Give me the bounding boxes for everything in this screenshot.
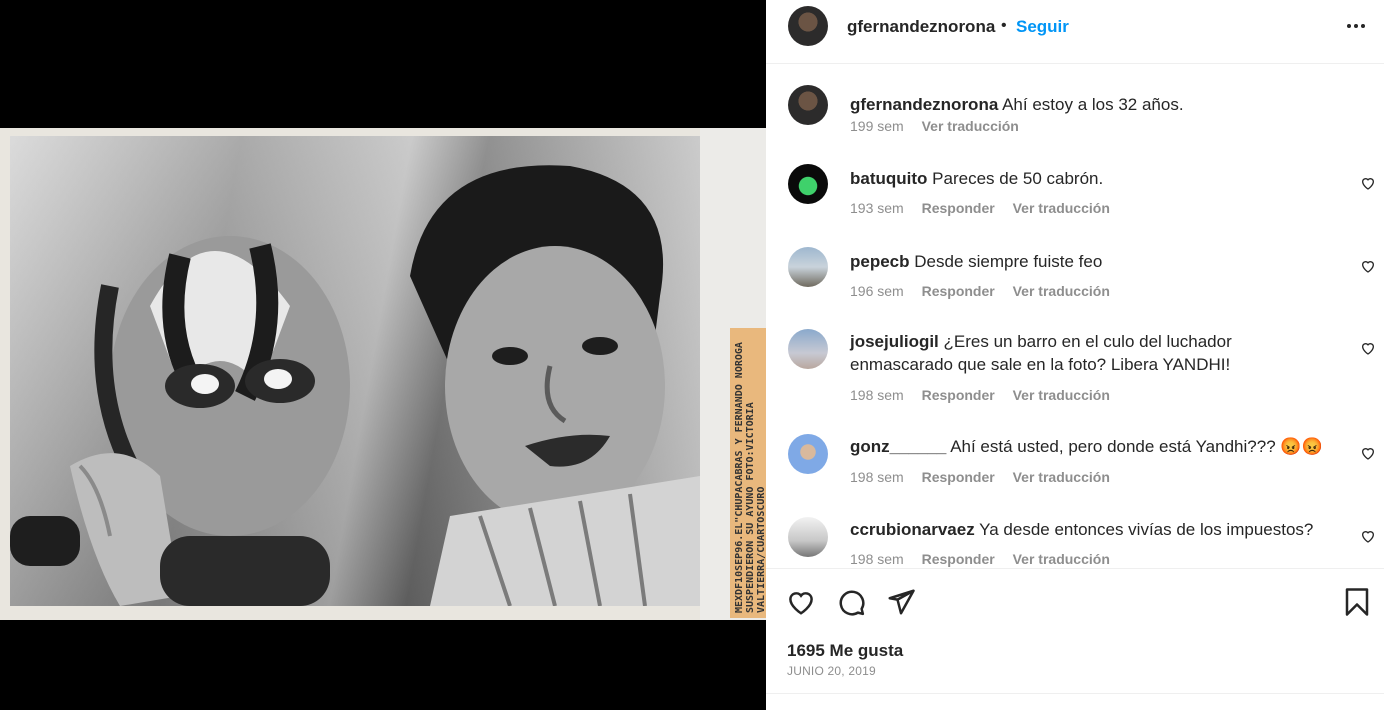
comment-text-line: pepecb Desde siempre fuiste feo bbox=[850, 250, 1330, 273]
comment-text: Ya desde entonces vivías de los impuesto… bbox=[979, 520, 1314, 539]
reply-link[interactable]: Responder bbox=[922, 387, 995, 403]
comment-time[interactable]: 198 sem bbox=[850, 551, 904, 567]
translate-link[interactable]: Ver traducción bbox=[1013, 200, 1110, 216]
comment-text: Ahí está usted, pero donde está Yandhi??… bbox=[950, 437, 1323, 456]
translate-link[interactable]: Ver traducción bbox=[1013, 469, 1110, 485]
comment-item: ccrubionarvaez Ya desde entonces vivías … bbox=[766, 517, 1384, 567]
post-date[interactable]: JUNIO 20, 2019 bbox=[787, 664, 876, 678]
caption-text-line: gfernandeznorona Ahí estoy a los 32 años… bbox=[850, 93, 1330, 116]
caption-meta: 199 sem Ver traducción bbox=[850, 118, 1033, 134]
share-send-icon[interactable] bbox=[886, 587, 916, 617]
comment-meta: 193 sem Responder Ver traducción bbox=[850, 200, 1124, 216]
reply-link[interactable]: Responder bbox=[922, 551, 995, 567]
comment-text-line: josejuliogil ¿Eres un barro en el culo d… bbox=[850, 330, 1330, 376]
like-comment-heart-icon[interactable] bbox=[1360, 175, 1376, 191]
like-comment-heart-icon[interactable] bbox=[1360, 528, 1376, 544]
post-photo[interactable]: MEXDF10SEP96.EL"CHUPACABRAS Y FERNANDO N… bbox=[0, 128, 766, 620]
photo-illustration bbox=[10, 165, 700, 606]
post-header: gfernandeznorona • Seguir bbox=[766, 0, 1384, 64]
comment-time[interactable]: 198 sem bbox=[850, 387, 904, 403]
photo-print bbox=[10, 136, 700, 606]
post-actions bbox=[786, 587, 1369, 617]
comment-item: batuquito Pareces de 50 cabrón. 193 sem … bbox=[766, 164, 1384, 234]
like-comment-heart-icon[interactable] bbox=[1360, 445, 1376, 461]
more-horizontal-icon[interactable] bbox=[1344, 14, 1368, 38]
comment-bubble-icon[interactable] bbox=[836, 587, 866, 617]
divider bbox=[766, 693, 1384, 694]
follow-button[interactable]: Seguir bbox=[1016, 17, 1069, 37]
reply-link[interactable]: Responder bbox=[922, 283, 995, 299]
like-heart-icon[interactable] bbox=[786, 587, 816, 617]
comment-username[interactable]: gonz______ bbox=[850, 437, 946, 456]
photo-caption-text: MEXDF10SEP96.EL"CHUPACABRAS Y FERNANDO N… bbox=[734, 342, 766, 613]
comment-item: josejuliogil ¿Eres un barro en el culo d… bbox=[766, 329, 1384, 419]
author-avatar[interactable] bbox=[788, 6, 828, 46]
comment-meta: 198 sem Responder Ver traducción bbox=[850, 469, 1124, 485]
comment-time[interactable]: 198 sem bbox=[850, 469, 904, 485]
comment-time[interactable]: 196 sem bbox=[850, 283, 904, 299]
author-username[interactable]: gfernandeznorona bbox=[847, 17, 995, 37]
comment-avatar[interactable] bbox=[788, 247, 828, 287]
comment-text: Desde siempre fuiste feo bbox=[914, 252, 1103, 271]
comment-avatar[interactable] bbox=[788, 329, 828, 369]
comment-text-line: batuquito Pareces de 50 cabrón. bbox=[850, 167, 1330, 190]
comments-list[interactable]: gfernandeznorona Ahí estoy a los 32 años… bbox=[766, 65, 1384, 567]
comment-username[interactable]: ccrubionarvaez bbox=[850, 520, 975, 539]
comment-avatar[interactable] bbox=[788, 434, 828, 474]
comment-username[interactable]: pepecb bbox=[850, 252, 910, 271]
caption-avatar[interactable] bbox=[788, 85, 828, 125]
likes-count[interactable]: 1695 Me gusta bbox=[787, 641, 903, 661]
comment-avatar[interactable] bbox=[788, 164, 828, 204]
caption-username[interactable]: gfernandeznorona bbox=[850, 95, 998, 114]
post-footer: 1695 Me gusta JUNIO 20, 2019 bbox=[766, 568, 1384, 710]
comment-text: Pareces de 50 cabrón. bbox=[932, 169, 1104, 188]
post-caption: gfernandeznorona Ahí estoy a los 32 años… bbox=[766, 85, 1384, 155]
comment-item: gonz______ Ahí está usted, pero donde es… bbox=[766, 434, 1384, 504]
comment-text-line: ccrubionarvaez Ya desde entonces vivías … bbox=[850, 518, 1330, 541]
translate-link[interactable]: Ver traducción bbox=[1013, 551, 1110, 567]
caption-translate-link[interactable]: Ver traducción bbox=[922, 118, 1019, 134]
like-comment-heart-icon[interactable] bbox=[1360, 258, 1376, 274]
translate-link[interactable]: Ver traducción bbox=[1013, 283, 1110, 299]
like-comment-heart-icon[interactable] bbox=[1360, 340, 1376, 356]
reply-link[interactable]: Responder bbox=[922, 200, 995, 216]
comment-time[interactable]: 193 sem bbox=[850, 200, 904, 216]
separator-dot: • bbox=[1001, 17, 1007, 34]
comment-meta: 198 sem Responder Ver traducción bbox=[850, 551, 1124, 567]
reply-link[interactable]: Responder bbox=[922, 469, 995, 485]
comment-item: pepecb Desde siempre fuiste feo 196 sem … bbox=[766, 247, 1384, 317]
comment-meta: 198 sem Responder Ver traducción bbox=[850, 387, 1124, 403]
comment-avatar[interactable] bbox=[788, 517, 828, 557]
comment-username[interactable]: josejuliogil bbox=[850, 332, 939, 351]
save-bookmark-icon[interactable] bbox=[1342, 587, 1372, 617]
translate-link[interactable]: Ver traducción bbox=[1013, 387, 1110, 403]
comment-meta: 196 sem Responder Ver traducción bbox=[850, 283, 1124, 299]
post-side-panel: gfernandeznorona • Seguir gfernandeznoro… bbox=[766, 0, 1384, 710]
comment-text-line: gonz______ Ahí está usted, pero donde es… bbox=[850, 435, 1330, 458]
caption-text: Ahí estoy a los 32 años. bbox=[1002, 95, 1184, 114]
post-media: MEXDF10SEP96.EL"CHUPACABRAS Y FERNANDO N… bbox=[0, 0, 766, 710]
caption-time[interactable]: 199 sem bbox=[850, 118, 904, 134]
comment-username[interactable]: batuquito bbox=[850, 169, 927, 188]
